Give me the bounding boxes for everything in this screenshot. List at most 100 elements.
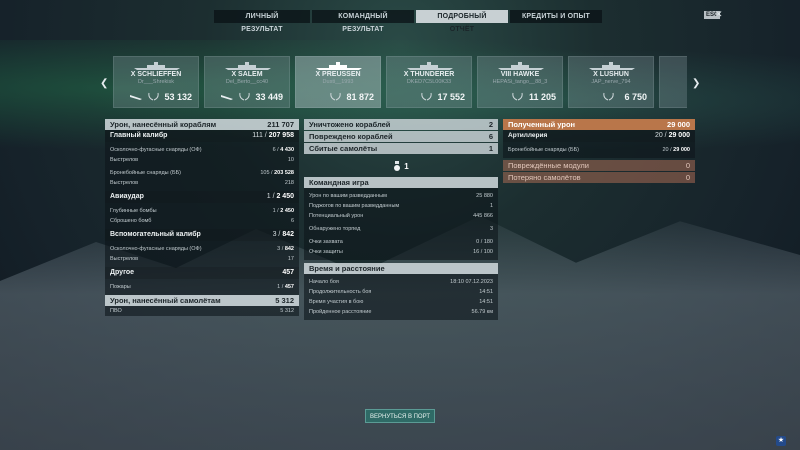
bombs-dropped-label: Сброшено бомб <box>110 218 152 224</box>
planes-lost-value: 0 <box>685 173 690 182</box>
ship-card[interactable]: X SCHLIEFFEN Dr___Shrekisk 53 132 <box>113 56 199 108</box>
received-damage-value: 29 000 <box>667 120 690 129</box>
ship-stat: 6 750 <box>624 92 647 102</box>
ship-damage-label: Урон, нанесённый кораблям <box>110 120 217 129</box>
time-row-label: Начало боя <box>309 279 339 285</box>
received-ap-row: Бронебойные снаряды (ББ) 20 / 29 000 <box>503 145 695 155</box>
ship-silhouette-icon <box>589 62 635 70</box>
team-row-label: Урон по вашим разведданным <box>309 193 387 199</box>
main-caliber-hits: 111 <box>252 132 263 139</box>
fires-row: Пожары 1 / 457 <box>105 282 299 292</box>
received-damage-header: Полученный урон 29 000 <box>503 119 695 130</box>
secondary-he-row: Осколочно-фугасные снаряды (ОФ) 3 / 842 <box>105 244 299 254</box>
modules-damaged-label: Повреждённые модули <box>508 161 589 170</box>
tab-credits-exp[interactable]: КРЕДИТЫ И ОПЫТ <box>510 10 602 23</box>
time-row: Время участия в бою 14:51 <box>304 297 498 307</box>
ship-card[interactable]: X LUSHUN JAP_nerve_794 6 750 <box>568 56 654 108</box>
team-play-header: Командная игра <box>304 177 498 188</box>
bombs-dropped-row: Сброшено бомб 6 <box>105 216 299 226</box>
ship-card[interactable]: X THUNDERER DKED7C5L00K33 17 552 <box>386 56 472 108</box>
main-he-label: Осколочно-фугасные снаряды (ОФ) <box>110 147 202 153</box>
carousel-next-arrow-icon[interactable]: ❯ <box>692 78 700 89</box>
artillery-value: 29 000 <box>668 132 690 139</box>
plane-icon <box>130 95 142 100</box>
time-row-label: Продолжительность боя <box>309 289 372 295</box>
ship-card-selected[interactable]: X PREUSSEN Dusti__1993 81 872 <box>295 56 381 108</box>
ship-name: X THUNDERER <box>403 71 455 78</box>
team-row-value: 445 866 <box>473 213 493 219</box>
bombs-dropped-value: 6 <box>290 218 294 224</box>
depth-charges-value: 2 450 <box>280 208 294 214</box>
time-row-label: Пройденное расстояние <box>309 309 372 315</box>
main-ap-row: Бронебойные снаряды (ББ) 105 / 203 528 <box>105 168 299 178</box>
laurel-icon <box>421 92 432 101</box>
main-he-hits: 6 <box>272 147 276 153</box>
other-label: Другое <box>110 269 135 276</box>
laurel-icon <box>512 92 523 101</box>
depth-charges-hits: 1 <box>272 208 276 214</box>
ship-name: X PREUSSEN <box>315 71 361 78</box>
ship-silhouette-icon <box>225 62 271 70</box>
plane-damage-header: Урон, нанесённый самолётам 5 312 <box>105 295 299 306</box>
ship-player: JAP_nerve_794 <box>591 79 631 85</box>
star-icon[interactable]: ★ <box>776 436 786 446</box>
plane-damage-label: Урон, нанесённый самолётам <box>110 296 221 305</box>
damage-received-panel: Полученный урон 29 000 Артиллерия 20 / 2… <box>503 119 695 183</box>
airstrike-hits: 1 <box>266 193 271 200</box>
time-row-value: 14:51 <box>479 299 493 305</box>
main-ap-hits: 105 <box>260 170 270 176</box>
team-row-value: 25 880 <box>476 193 493 199</box>
team-row-label: Очки захвата <box>309 239 343 245</box>
tab-personal-result[interactable]: ЛИЧНЫЙ РЕЗУЛЬТАТ <box>214 10 310 33</box>
ship-player: Del_Berto__cc40 <box>225 79 269 85</box>
depth-charges-label: Глубинные бомбы <box>110 208 157 214</box>
tab-detailed-report[interactable]: ПОДРОБНЫЙ ОТЧЁТ <box>416 10 508 33</box>
ship-name: VIII HAWKE <box>500 71 540 78</box>
medal-icon[interactable] <box>393 161 401 171</box>
planes-shot-row: Сбитые самолёты 1 <box>304 143 498 154</box>
secondary-label: Вспомогательный калибр <box>110 231 201 238</box>
battle-summary-panel: Уничтожено кораблей 2 Повреждено корабле… <box>304 119 498 320</box>
laurel-icon <box>148 92 159 101</box>
received-ap-hits: 20 <box>662 147 669 153</box>
ships-damaged-row: Повреждено кораблей 6 <box>304 131 498 142</box>
ship-damage-header: Урон, нанесённый кораблям 211 707 <box>105 119 299 130</box>
ship-silhouette-icon <box>407 62 453 70</box>
airstrike-row: Авиаудар 1 / 2 450 <box>105 191 299 203</box>
aa-row: ПВО 5 312 <box>105 306 299 316</box>
secondary-he-hits: 3 <box>277 246 281 252</box>
ship-card-partial[interactable] <box>659 56 687 108</box>
received-ap-value: 29 000 <box>673 147 690 153</box>
main-he-shots-label: Выстрелов <box>110 157 139 163</box>
aa-label: ПВО <box>110 308 122 314</box>
ship-card[interactable]: VIII HAWKE HEPASi_tango__88_3 11 205 <box>477 56 563 108</box>
time-row: Продолжительность боя 14:51 <box>304 287 498 297</box>
time-row-value: 14:51 <box>479 289 493 295</box>
time-row: Начало боя 18:10 07.12.2023 <box>304 277 498 287</box>
tab-team-result[interactable]: КОМАНДНЫЙ РЕЗУЛЬТАТ <box>312 10 414 33</box>
planes-lost-label: Потеряно самолётов <box>508 173 581 182</box>
main-ap-shots-value: 218 <box>284 180 294 186</box>
medal-count: 1 <box>404 161 409 171</box>
laurel-icon <box>330 92 341 101</box>
ship-silhouette-icon <box>134 62 180 70</box>
received-damage-label: Полученный урон <box>508 120 576 129</box>
result-tabs: ЛИЧНЫЙ РЕЗУЛЬТАТ КОМАНДНЫЙ РЕЗУЛЬТАТ ПОД… <box>214 10 602 33</box>
main-he-value: 4 430 <box>280 147 294 153</box>
secondary-shots-row: Выстрелов 17 <box>105 254 299 264</box>
team-play-list: Урон по вашим разведданным 25 880 Поджого… <box>304 188 498 260</box>
plane-damage-value: 5 312 <box>275 296 294 305</box>
modules-damaged-value: 0 <box>685 161 690 170</box>
main-ap-label: Бронебойные снаряды (ББ) <box>110 170 182 176</box>
team-row-label: Поджогов по вашим разведданным <box>309 203 400 209</box>
return-to-port-button[interactable]: ВЕРНУТЬСЯ В ПОРТ <box>365 409 435 423</box>
ship-stat: 33 449 <box>255 92 283 102</box>
team-row: Потенциальный урон 445 866 <box>304 211 498 221</box>
planes-lost-row: Потеряно самолётов 0 <box>503 172 695 183</box>
carousel-prev-arrow-icon[interactable]: ❮ <box>100 78 108 89</box>
received-ap-label: Бронебойные снаряды (ББ) <box>508 147 580 153</box>
close-icon[interactable]: ✕ <box>715 9 723 20</box>
secondary-he-value: 842 <box>284 246 294 252</box>
team-row: Обнаружено торпед 3 <box>304 224 498 234</box>
ship-card[interactable]: X SALEM Del_Berto__cc40 33 449 <box>204 56 290 108</box>
